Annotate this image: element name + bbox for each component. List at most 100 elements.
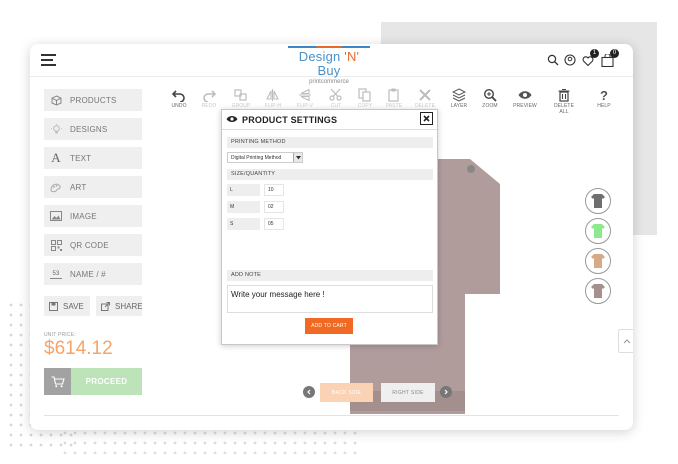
tool-label: DELETE ALL	[553, 103, 575, 115]
sidebar-item-label: PRODUCTS	[70, 95, 117, 105]
tool-layer[interactable]: LAYER	[445, 88, 473, 109]
share-icon	[101, 301, 110, 311]
share-button[interactable]: SHARE	[96, 296, 143, 316]
sidebar-item-name-number[interactable]: 53 NAME / #	[44, 263, 142, 285]
previous-side-button[interactable]	[303, 386, 315, 398]
chevron-right-icon	[444, 389, 448, 395]
sidebar-item-qr-code[interactable]: QR CODE	[44, 234, 142, 256]
search-icon[interactable]	[547, 54, 559, 66]
close-icon	[423, 115, 430, 122]
size-label: L	[227, 184, 260, 196]
sidebar-item-designs[interactable]: DESIGNS	[44, 118, 142, 140]
save-label: SAVE	[63, 301, 84, 311]
trash-icon	[558, 88, 570, 102]
sidebar-item-text[interactable]: A TEXT	[44, 147, 142, 169]
add-to-cart-button[interactable]: ADD TO CART	[305, 318, 353, 334]
name-number-icon: 53	[50, 270, 62, 279]
next-side-button[interactable]	[440, 386, 452, 398]
sidebar-item-art[interactable]: ART	[44, 176, 142, 198]
right-side-button[interactable]: RIGHT SIDE	[381, 383, 435, 402]
quantity-input[interactable]: 02	[264, 201, 284, 213]
tool-paste[interactable]: PASTE	[380, 88, 408, 109]
flip-v-icon	[299, 88, 311, 102]
art-icon	[50, 181, 62, 193]
tool-preview[interactable]: PREVIEW	[511, 88, 539, 109]
text-a-icon: A	[51, 150, 61, 165]
image-icon	[50, 210, 62, 222]
scissors-icon	[329, 88, 342, 101]
sidebar-item-image[interactable]: IMAGE	[44, 205, 142, 227]
hamburger-menu-icon[interactable]	[41, 54, 56, 66]
color-swatch-green[interactable]	[585, 218, 611, 244]
tool-label: HELP	[597, 103, 611, 109]
save-icon	[49, 301, 58, 311]
back-side-button[interactable]: BACK SIDE	[320, 383, 373, 402]
chevron-up-icon	[623, 339, 631, 344]
sidebar-item-label: TEXT	[70, 153, 92, 163]
lightbulb-icon	[50, 123, 62, 135]
size-quantity-header: SIZE/QUANTITY	[227, 169, 433, 180]
logo: Design 'N' Buy printcommerce	[288, 46, 370, 85]
tool-delete[interactable]: DELETE	[411, 88, 439, 109]
tool-zoom[interactable]: ZOOM	[476, 88, 504, 109]
color-swatch-tan[interactable]	[585, 248, 611, 274]
tshirt-swatch-icon	[591, 284, 605, 298]
cart-icon	[44, 368, 71, 395]
divider	[44, 415, 619, 416]
dialog-header: PRODUCT SETTINGS	[222, 110, 437, 130]
quantity-input[interactable]: 10	[264, 184, 284, 196]
delete-x-icon	[419, 89, 431, 101]
tool-delete-all[interactable]: DELETE ALL	[550, 88, 578, 115]
printing-method-value: Digital Printing Method	[231, 155, 282, 161]
sidebar-item-products[interactable]: PRODUCTS	[44, 89, 142, 111]
wishlist-button[interactable]: 1	[582, 49, 599, 67]
tool-flip-h[interactable]: FLIP-H	[259, 88, 287, 109]
top-bar: Design 'N' Buy printcommerce 1 0	[30, 44, 633, 85]
printing-method-select[interactable]: Digital Printing Method	[227, 152, 303, 163]
tshirt-swatch-icon	[591, 224, 605, 238]
quantity-input[interactable]: 05	[264, 218, 284, 230]
size-label: S	[227, 218, 260, 230]
scroll-up-button[interactable]	[618, 329, 633, 353]
zoom-icon	[483, 88, 497, 102]
tool-redo[interactable]: REDO	[195, 88, 223, 109]
tool-label: UNDO	[171, 103, 187, 109]
share-label: SHARE	[115, 301, 143, 311]
tool-copy[interactable]: COPY	[351, 88, 379, 109]
product-settings-dialog: PRODUCT SETTINGS PRINTING METHOD Digital…	[221, 109, 438, 345]
proceed-button[interactable]: PROCEED	[44, 368, 142, 395]
color-swatch-gray[interactable]	[585, 188, 611, 214]
question-icon: ?	[600, 88, 608, 102]
tool-label: PREVIEW	[513, 103, 537, 109]
cart-button[interactable]: 0	[601, 49, 619, 68]
unit-price-value: $614.12	[44, 338, 113, 359]
tool-help[interactable]: ? HELP	[590, 88, 618, 109]
size-label: M	[227, 201, 260, 213]
add-note-header: ADD NOTE	[227, 270, 433, 281]
save-button[interactable]: SAVE	[44, 296, 90, 316]
tool-flip-v[interactable]: FLIP-V	[291, 88, 319, 109]
tool-group[interactable]: GROUP	[227, 88, 255, 109]
sidebar-item-label: NAME / #	[70, 269, 106, 279]
close-button[interactable]	[420, 112, 433, 125]
eye-icon	[226, 116, 238, 122]
paste-icon	[388, 88, 399, 102]
sidebar-item-label: IMAGE	[70, 211, 97, 221]
chevron-left-icon	[307, 389, 311, 395]
svg-text:?: ?	[600, 88, 608, 102]
undo-icon	[172, 90, 185, 102]
tool-label: LAYER	[450, 103, 468, 109]
sidebar-item-label: ART	[70, 182, 87, 192]
tool-label: ZOOM	[482, 103, 498, 109]
tool-cut[interactable]: CUT	[322, 88, 350, 109]
group-icon	[234, 89, 247, 101]
account-icon[interactable]	[564, 54, 576, 66]
note-textarea[interactable]: Write your message here !	[227, 285, 433, 313]
chevron-down-icon	[293, 153, 302, 162]
tool-undo[interactable]: UNDO	[165, 88, 193, 109]
qr-code-icon	[50, 239, 62, 251]
color-swatch-mauve[interactable]	[585, 278, 611, 304]
tshirt-swatch-icon	[591, 254, 605, 268]
tool-label: REDO	[201, 103, 217, 109]
rotate-handle-icon[interactable]	[467, 165, 475, 173]
